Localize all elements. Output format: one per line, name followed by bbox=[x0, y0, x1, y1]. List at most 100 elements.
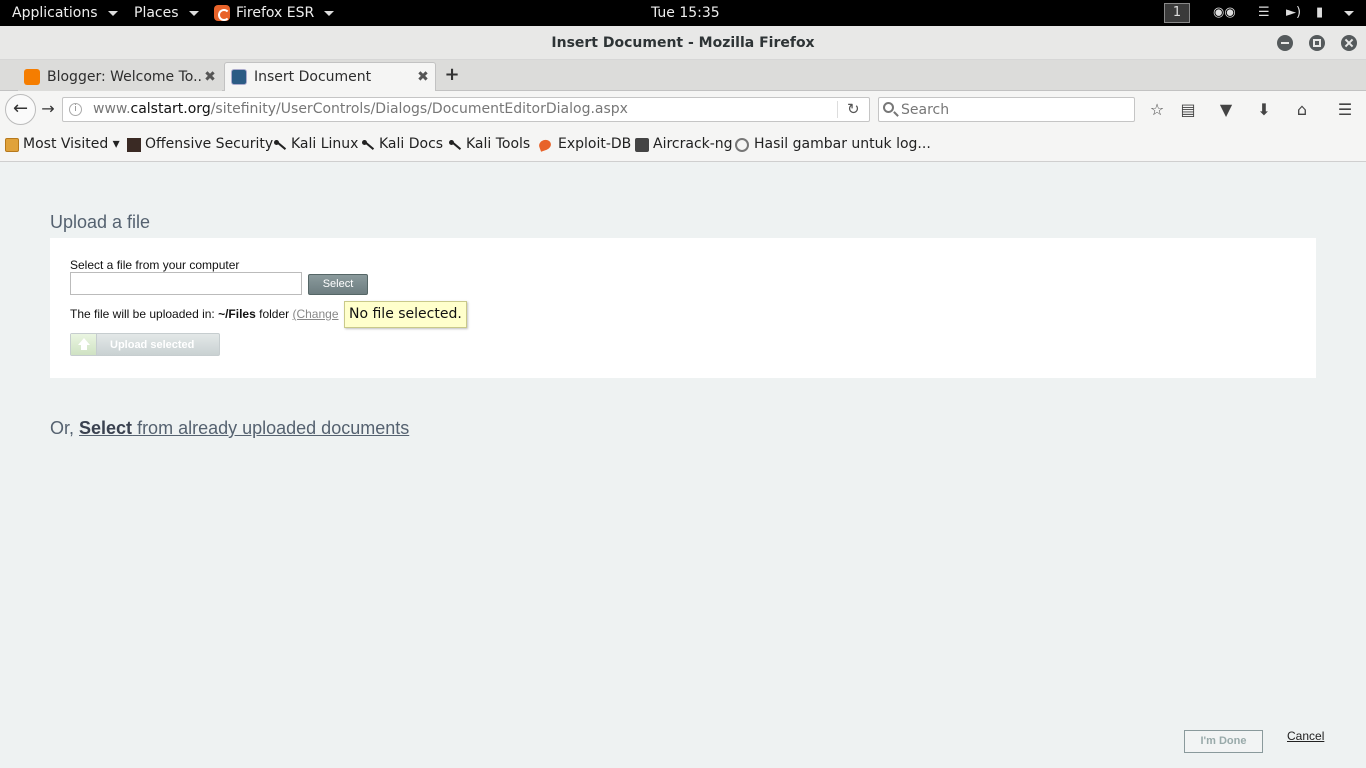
bookmark-exploit-db[interactable]: Exploit-DB bbox=[537, 128, 632, 161]
places-menu[interactable]: Places bbox=[134, 0, 199, 26]
wifi-icon[interactable]: ☰ bbox=[1258, 5, 1270, 21]
volume-icon[interactable]: ►) bbox=[1286, 5, 1301, 21]
upload-destination-text: The file will be uploaded in: ~/Files fo… bbox=[70, 307, 339, 321]
new-tab-button[interactable]: + bbox=[444, 66, 460, 84]
select-existing-link-rest: from already uploaded documents bbox=[132, 418, 410, 438]
pocket-icon[interactable]: ▼ bbox=[1215, 99, 1237, 121]
upload-selected-label: Upload selected bbox=[110, 338, 195, 351]
site-info-icon[interactable]: i bbox=[69, 103, 82, 116]
cancel-link[interactable]: Cancel bbox=[1287, 729, 1324, 743]
maximize-button[interactable] bbox=[1309, 35, 1325, 51]
upload-panel: Select a file from your computer Select … bbox=[50, 238, 1316, 378]
bookmarks-toolbar: Most Visited ▾ Offensive Security Kali L… bbox=[0, 128, 1366, 162]
bookmark-hasil-gambar[interactable]: Hasil gambar untuk log... bbox=[735, 128, 931, 161]
kali-icon bbox=[273, 138, 287, 152]
select-existing-text: Or, Select from already uploaded documen… bbox=[50, 418, 409, 439]
exploit-db-icon bbox=[537, 137, 553, 152]
minimize-button[interactable] bbox=[1277, 35, 1293, 51]
url-path: /sitefinity/UserControls/Dialogs/Documen… bbox=[210, 101, 628, 117]
bookmark-label: Exploit-DB bbox=[558, 136, 632, 152]
select-existing-link[interactable]: Select from already uploaded documents bbox=[79, 418, 409, 438]
tab-insert-document[interactable]: Insert Document ✖ bbox=[224, 62, 436, 91]
bookmark-kali-tools[interactable]: Kali Tools bbox=[448, 128, 530, 161]
firefox-app-menu-label: Firefox ESR bbox=[236, 5, 315, 21]
downloads-icon[interactable]: ⬇ bbox=[1253, 99, 1275, 121]
applications-menu-label: Applications bbox=[12, 5, 98, 21]
upload-selected-button[interactable]: Upload selected bbox=[70, 333, 220, 356]
battery-icon[interactable]: ▮ bbox=[1316, 5, 1323, 21]
bookmark-label: Kali Linux bbox=[291, 136, 359, 152]
bookmark-label: Hasil gambar untuk log... bbox=[754, 136, 931, 152]
bookmarks-library-icon[interactable]: ▤ bbox=[1177, 99, 1199, 121]
im-done-button[interactable]: I'm Done bbox=[1184, 730, 1263, 753]
tab-blogger[interactable]: Blogger: Welcome To... ✖ bbox=[18, 62, 222, 91]
firefox-icon bbox=[214, 5, 230, 21]
tab-strip: Blogger: Welcome To... ✖ Insert Document… bbox=[0, 60, 1366, 91]
document-icon bbox=[231, 69, 247, 85]
url-bar-separator bbox=[837, 101, 838, 118]
bookmark-star-icon[interactable]: ☆ bbox=[1146, 99, 1168, 121]
workspace-indicator[interactable]: 1 bbox=[1164, 3, 1190, 23]
search-input[interactable] bbox=[901, 100, 1121, 119]
upload-destination-suffix: folder bbox=[255, 307, 293, 321]
aircrack-icon bbox=[635, 137, 649, 152]
upload-arrow-icon bbox=[71, 334, 97, 355]
bookmark-label: Aircrack-ng bbox=[653, 136, 733, 152]
bookmark-kali-docs[interactable]: Kali Docs bbox=[361, 128, 443, 161]
page-content: Upload a file Select a file from your co… bbox=[0, 162, 1366, 768]
no-file-tooltip: No file selected. bbox=[344, 301, 467, 328]
offensive-security-icon bbox=[127, 137, 141, 152]
tab-label: Blogger: Welcome To... bbox=[47, 68, 202, 85]
bookmark-kali-linux[interactable]: Kali Linux bbox=[273, 128, 358, 161]
firefox-app-menu[interactable]: Firefox ESR bbox=[214, 0, 335, 26]
upload-heading: Upload a file bbox=[50, 212, 151, 232]
blogger-icon bbox=[24, 68, 40, 85]
file-path-input[interactable] bbox=[70, 272, 302, 295]
system-top-bar: Applications Places Firefox ESR Tue 15:3… bbox=[0, 0, 1366, 26]
bookmark-label: Most Visited ▾ bbox=[23, 136, 120, 152]
upload-destination-folder: ~/Files bbox=[218, 307, 256, 321]
url-bar[interactable]: i www.calstart.org/sitefinity/UserContro… bbox=[62, 97, 870, 122]
camera-icon[interactable]: ◉◉ bbox=[1213, 5, 1236, 21]
chevron-down-icon bbox=[324, 10, 335, 16]
upload-destination-prefix: The file will be uploaded in: bbox=[70, 307, 219, 321]
system-menu-chevron-icon[interactable] bbox=[1344, 11, 1354, 16]
or-prefix: Or, bbox=[50, 418, 80, 438]
bookmark-aircrack-ng[interactable]: Aircrack-ng bbox=[635, 128, 733, 161]
back-button[interactable]: ← bbox=[5, 94, 36, 125]
tab-label: Insert Document bbox=[254, 69, 372, 85]
bookmark-offensive-security[interactable]: Offensive Security bbox=[127, 128, 273, 161]
folder-icon bbox=[5, 137, 19, 152]
reload-icon[interactable]: ↻ bbox=[847, 98, 860, 121]
select-file-label: Select a file from your computer bbox=[70, 258, 240, 272]
places-menu-label: Places bbox=[134, 5, 179, 21]
url-host-prefix: www. bbox=[93, 101, 131, 117]
close-tab-icon[interactable]: ✖ bbox=[415, 69, 431, 85]
search-bar[interactable] bbox=[878, 97, 1135, 122]
home-icon[interactable]: ⌂ bbox=[1291, 99, 1313, 121]
kali-icon bbox=[361, 138, 375, 152]
navigation-toolbar: ← → i www.calstart.org/sitefinity/UserCo… bbox=[0, 91, 1366, 128]
window-titlebar: Insert Document - Mozilla Firefox bbox=[0, 26, 1366, 60]
window-title: Insert Document - Mozilla Firefox bbox=[551, 35, 815, 51]
close-window-button[interactable] bbox=[1341, 35, 1357, 51]
change-folder-link[interactable]: (Change bbox=[292, 307, 338, 321]
bookmark-label: Kali Docs bbox=[379, 136, 444, 152]
hamburger-menu-icon[interactable]: ☰ bbox=[1334, 99, 1356, 121]
select-file-button[interactable]: Select bbox=[308, 274, 368, 295]
url-host: calstart.org bbox=[130, 101, 211, 117]
forward-button[interactable]: → bbox=[38, 97, 58, 121]
globe-icon bbox=[735, 137, 749, 152]
select-existing-link-bold: Select bbox=[79, 418, 133, 438]
bookmark-most-visited[interactable]: Most Visited ▾ bbox=[5, 128, 120, 161]
clock-label: Tue 15:35 bbox=[651, 5, 720, 21]
bookmark-label: Offensive Security bbox=[145, 136, 274, 152]
chevron-down-icon bbox=[188, 10, 199, 16]
kali-icon bbox=[448, 138, 462, 152]
bookmark-label: Kali Tools bbox=[466, 136, 531, 152]
chevron-down-icon bbox=[107, 10, 118, 16]
clock[interactable]: Tue 15:35 bbox=[651, 0, 720, 26]
close-tab-icon[interactable]: ✖ bbox=[202, 69, 218, 85]
applications-menu[interactable]: Applications bbox=[12, 0, 118, 26]
search-icon bbox=[883, 102, 894, 113]
